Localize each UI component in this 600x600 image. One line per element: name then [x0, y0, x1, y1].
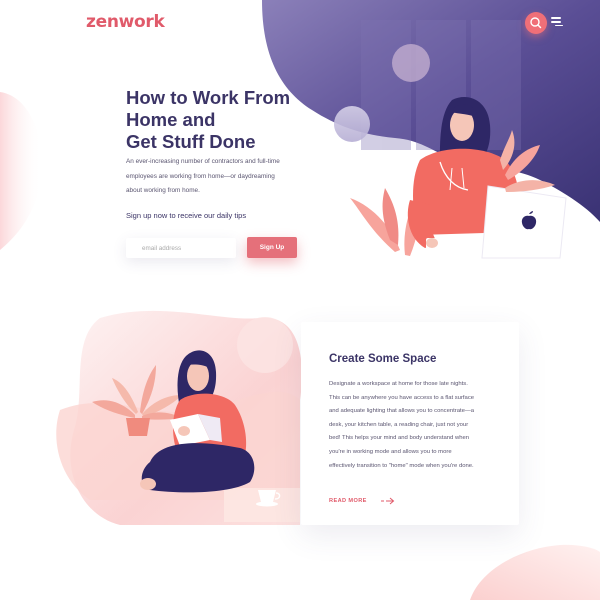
- hamburger-menu-icon: [551, 17, 563, 27]
- hero-title-line: Get Stuff Done: [126, 131, 256, 152]
- arrow-right-icon: [381, 497, 395, 505]
- bottom-right-pink-blob: [470, 544, 600, 600]
- section-body-line: and adequate lighting that allows you to…: [329, 408, 475, 415]
- section-body-line: desk, your kitchen table, a reading chai…: [329, 421, 469, 428]
- create-space-card: Create Some Space Designate a workspace …: [301, 322, 519, 525]
- window-illustration: [361, 20, 521, 150]
- read-more-link[interactable]: READ MORE: [329, 492, 395, 510]
- read-more-label: READ MORE: [329, 497, 367, 504]
- hero-description-line: about working from home.: [126, 187, 200, 194]
- section-title: Create Some Space: [329, 353, 437, 365]
- section-body-line: bed! This helps your mind and body under…: [329, 435, 470, 442]
- left-pink-blob: [0, 92, 42, 250]
- search-icon: [530, 17, 542, 29]
- menu-button[interactable]: [551, 17, 563, 29]
- logo[interactable]: zenwork: [86, 12, 165, 32]
- hero-title: How to Work From Home and Get Stuff Done: [126, 87, 326, 153]
- section-body: Designate a workspace at home for those …: [329, 378, 509, 473]
- hero-description: An ever-increasing number of contractors…: [126, 155, 311, 199]
- floating-bubble: [334, 106, 370, 142]
- hero-description-line: An ever-increasing number of contractors…: [126, 158, 280, 165]
- section-body-line: effectively transition to "home" mode wh…: [329, 462, 474, 469]
- hero-title-line: How to Work From: [126, 87, 291, 108]
- email-input[interactable]: [126, 238, 236, 258]
- signup-button[interactable]: Sign Up: [247, 237, 297, 258]
- hero-description-line: employees are working from home—or daydr…: [126, 172, 275, 180]
- hero-title-line: Home and: [126, 109, 216, 130]
- search-button[interactable]: [525, 12, 547, 34]
- signup-prompt: Sign up now to receive our daily tips: [126, 211, 247, 220]
- section-body-line: This can be anywhere you have access to …: [329, 394, 475, 401]
- section-body-line: you're in working mode and allows you to…: [329, 448, 452, 455]
- section-body-line: Designate a workspace at home for those …: [329, 381, 468, 387]
